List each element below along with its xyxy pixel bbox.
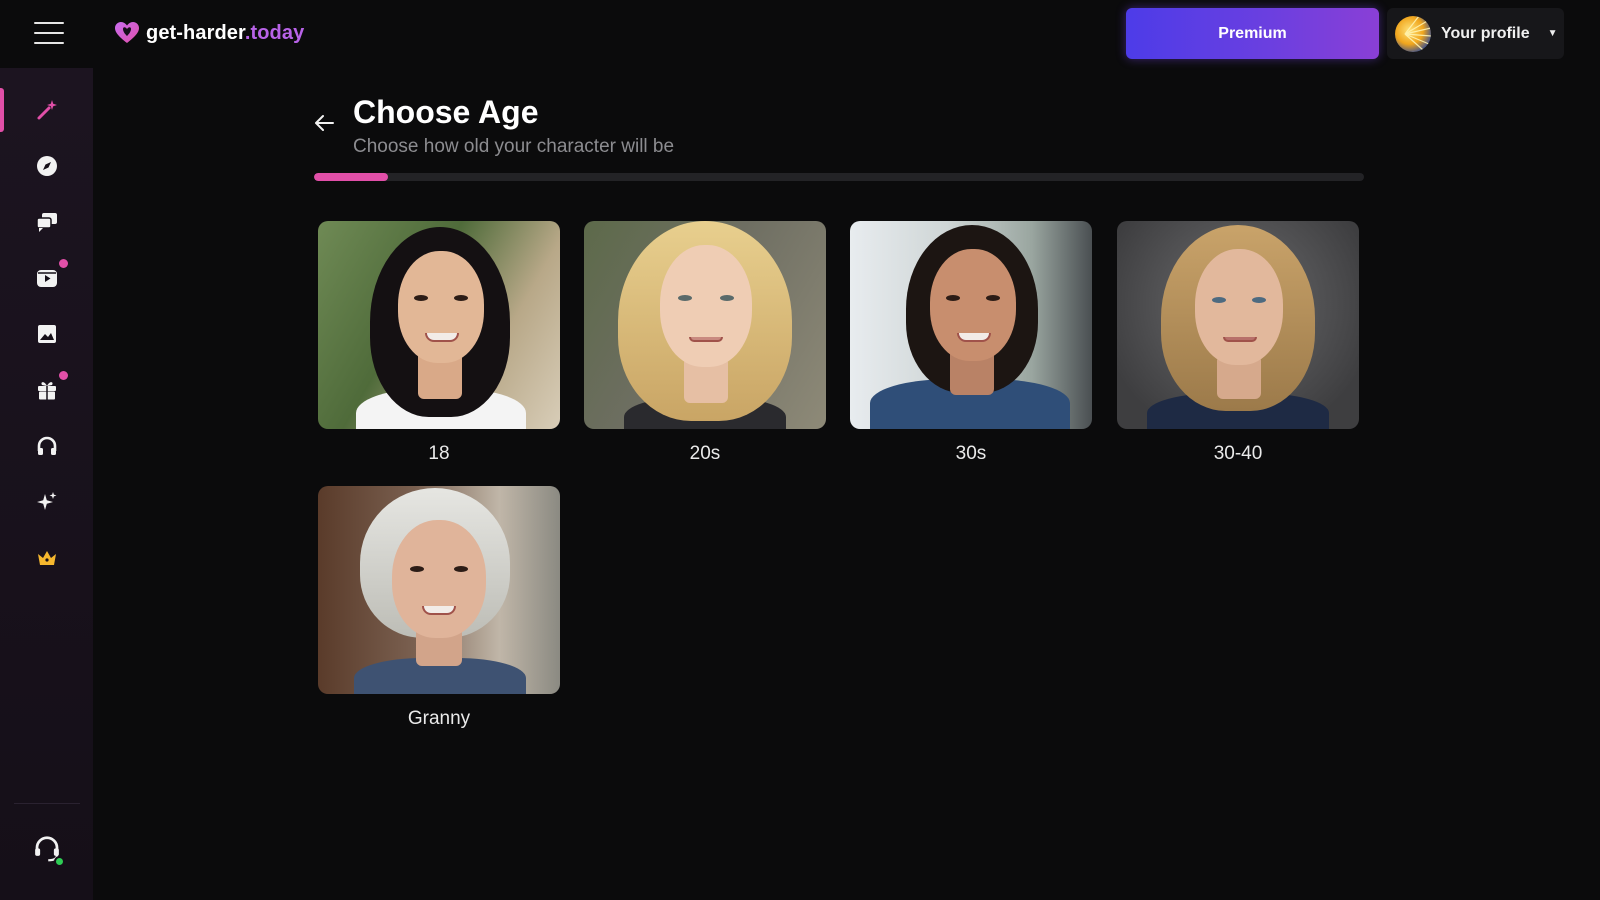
page-title: Choose Age bbox=[353, 94, 539, 130]
portrait-image bbox=[318, 221, 560, 429]
progress-fill bbox=[314, 173, 388, 181]
video-icon bbox=[36, 270, 57, 287]
logo-accent-text: .today bbox=[244, 21, 305, 44]
back-arrow-icon[interactable] bbox=[313, 111, 337, 135]
sidebar-item-ai[interactable] bbox=[0, 478, 93, 526]
sparkles-icon bbox=[36, 492, 56, 510]
portrait-image bbox=[850, 221, 1092, 429]
portrait-image bbox=[584, 221, 826, 429]
sidebar-item-chat[interactable] bbox=[0, 198, 93, 246]
logo[interactable]: get-harder.today bbox=[114, 18, 304, 48]
menu-icon[interactable] bbox=[34, 22, 64, 44]
age-option-30-40[interactable]: 30-40 bbox=[1117, 221, 1359, 465]
page-subtitle: Choose how old your character will be bbox=[353, 136, 675, 157]
option-label: 18 bbox=[428, 443, 450, 464]
sidebar-item-create[interactable] bbox=[0, 86, 93, 134]
gift-icon bbox=[37, 382, 56, 400]
profile-label: Your profile bbox=[1441, 24, 1530, 42]
profile-dropdown[interactable]: Your profile ▼ bbox=[1387, 8, 1564, 59]
option-label: 30s bbox=[955, 443, 987, 464]
heart-logo-icon bbox=[115, 22, 139, 43]
compass-icon bbox=[36, 156, 57, 176]
portrait-image bbox=[318, 486, 560, 694]
sidebar-item-explore[interactable] bbox=[0, 142, 93, 190]
age-option-18[interactable]: 18 bbox=[318, 221, 560, 465]
progress-bar bbox=[314, 173, 1364, 181]
notification-badge bbox=[59, 259, 68, 268]
age-option-20s[interactable]: 20s bbox=[584, 221, 826, 465]
sidebar-item-audio[interactable] bbox=[0, 422, 93, 470]
notification-badge bbox=[59, 371, 68, 380]
sidebar-item-premium[interactable] bbox=[0, 534, 93, 582]
crown-icon bbox=[37, 551, 56, 565]
logo-text: get-harder bbox=[146, 21, 245, 44]
age-option-30s[interactable]: 30s bbox=[850, 221, 1092, 465]
option-label: 20s bbox=[689, 443, 721, 464]
sidebar-item-videos[interactable] bbox=[0, 254, 93, 302]
sidebar bbox=[0, 68, 93, 900]
chat-bubbles-icon bbox=[35, 213, 57, 232]
online-status-dot bbox=[54, 856, 65, 867]
option-label: 30-40 bbox=[1213, 443, 1263, 464]
portrait-image bbox=[1117, 221, 1359, 429]
avatar bbox=[1395, 15, 1431, 52]
option-label: Granny bbox=[407, 708, 471, 729]
premium-button[interactable]: Premium bbox=[1126, 8, 1379, 59]
support-button[interactable] bbox=[0, 824, 93, 874]
headphones-icon bbox=[37, 436, 56, 455]
divider bbox=[14, 803, 80, 804]
sidebar-item-rewards[interactable] bbox=[0, 366, 93, 414]
image-icon bbox=[37, 325, 56, 343]
chevron-down-icon: ▼ bbox=[1547, 28, 1558, 39]
top-bar: get-harder.today Premium Your profile ▼ bbox=[0, 0, 1600, 68]
magic-wand-icon bbox=[37, 100, 57, 120]
sidebar-item-gallery[interactable] bbox=[0, 310, 93, 358]
age-option-granny[interactable]: Granny bbox=[318, 486, 560, 730]
